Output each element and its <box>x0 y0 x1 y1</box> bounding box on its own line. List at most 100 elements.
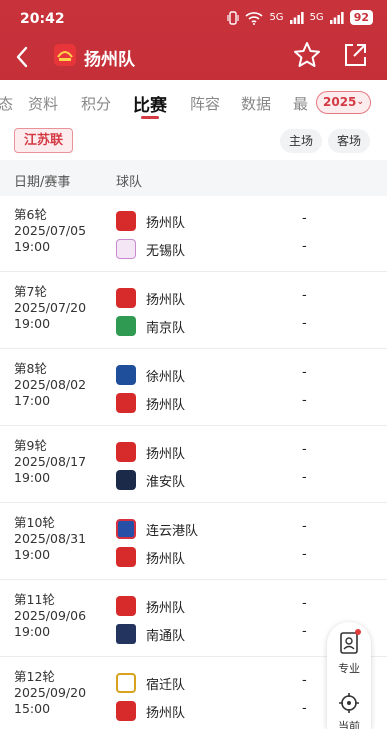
team-header: 扬州队 <box>0 38 387 80</box>
yangzhou-logo-icon <box>116 211 136 231</box>
match-datetime: 第12轮 2025/09/20 15:00 <box>14 669 86 717</box>
battery-indicator: 92 <box>349 10 373 25</box>
home-score: - <box>302 288 307 303</box>
signal-icon <box>289 11 304 24</box>
away-score: - <box>302 547 307 562</box>
filter-bar: 江苏联 主场 客场 <box>0 122 387 160</box>
match-date: 2025/08/31 <box>14 531 87 546</box>
match-round: 第10轮 <box>14 515 55 530</box>
home-team: 扬州队 <box>116 210 185 232</box>
xuzhou-logo-icon <box>116 365 136 385</box>
status-time: 20:42 <box>20 11 65 27</box>
match-datetime: 第7轮 2025/07/20 19:00 <box>14 284 86 332</box>
home-team: 连云港队 <box>116 518 198 540</box>
team-logo-icon <box>54 44 76 66</box>
home-team-name: 连云港队 <box>146 523 199 539</box>
match-datetime: 第11轮 2025/09/06 19:00 <box>14 592 86 640</box>
away-team: 南通队 <box>116 623 185 645</box>
home-score: - <box>302 596 307 611</box>
match-round: 第8轮 <box>14 361 47 376</box>
locate-current-icon[interactable] <box>338 692 360 714</box>
match-datetime: 第6轮 2025/07/05 19:00 <box>14 207 86 255</box>
match-round: 第6轮 <box>14 207 47 222</box>
status-icons: 5G 5G 92 <box>227 10 373 25</box>
floating-action-panel: 专业 当前 <box>327 622 371 729</box>
match-date: 2025/08/02 <box>14 377 87 392</box>
tab-squad[interactable]: 阵容 <box>190 93 220 114</box>
league-filter-chip[interactable]: 江苏联 <box>14 128 73 153</box>
match-date: 2025/08/17 <box>14 454 87 469</box>
match-date: 2025/07/20 <box>14 300 87 315</box>
home-score: - <box>302 365 307 380</box>
tab-stats[interactable]: 数据 <box>241 93 271 114</box>
season-selector[interactable]: 2025 ⌄ <box>316 91 371 114</box>
yangzhou-logo-icon <box>116 288 136 308</box>
away-team: 扬州队 <box>116 700 185 722</box>
home-filter-button[interactable]: 主场 <box>280 129 322 153</box>
away-score: - <box>302 393 307 408</box>
pro-mode-icon[interactable] <box>339 632 359 654</box>
away-team: 无锡队 <box>116 238 185 260</box>
page-title: 扬州队 <box>84 50 135 70</box>
home-team: 宿迁队 <box>116 672 185 694</box>
home-team: 扬州队 <box>116 595 185 617</box>
tab-partial-right[interactable]: 最 <box>293 93 308 114</box>
table-header: 日期/赛事 球队 <box>0 160 387 196</box>
tab-profile[interactable]: 资料 <box>28 93 58 114</box>
nanjing-logo-icon <box>116 316 136 336</box>
wifi-icon <box>245 11 263 25</box>
match-time: 19:00 <box>14 316 51 331</box>
home-score: - <box>302 673 307 688</box>
match-row[interactable]: 第9轮 2025/08/17 19:00 扬州队 淮安队 - - <box>0 427 387 503</box>
away-team: 扬州队 <box>116 546 185 568</box>
favorite-star-icon[interactable] <box>292 40 322 70</box>
match-row[interactable]: 第7轮 2025/07/20 19:00 扬州队 南京队 - - <box>0 273 387 349</box>
tab-partial-left[interactable]: 态 <box>0 93 13 114</box>
away-score: - <box>302 624 307 639</box>
away-team-name: 无锡队 <box>146 243 186 259</box>
match-row[interactable]: 第6轮 2025/07/05 19:00 扬州队 无锡队 - - <box>0 196 387 272</box>
away-team-name: 扬州队 <box>146 397 186 413</box>
match-time: 19:00 <box>14 547 51 562</box>
column-date: 日期/赛事 <box>14 175 71 190</box>
chevron-down-icon: ⌄ <box>356 97 364 107</box>
away-team-name: 扬州队 <box>146 705 186 721</box>
pro-mode-label[interactable]: 专业 <box>327 660 371 676</box>
status-bar: 20:42 5G 5G 92 <box>0 0 387 38</box>
huaian-logo-icon <box>116 470 136 490</box>
away-team: 淮安队 <box>116 469 185 491</box>
share-icon[interactable] <box>340 40 370 70</box>
match-time: 15:00 <box>14 701 51 716</box>
away-filter-button[interactable]: 客场 <box>328 129 370 153</box>
yangzhou-logo-icon <box>116 393 136 413</box>
suqian-logo-icon <box>116 673 136 693</box>
column-team: 球队 <box>116 175 143 190</box>
home-score: - <box>302 442 307 457</box>
home-team: 徐州队 <box>116 364 185 386</box>
match-row[interactable]: 第8轮 2025/08/02 17:00 徐州队 扬州队 - - <box>0 350 387 426</box>
home-team-name: 扬州队 <box>146 446 186 462</box>
home-team: 扬州队 <box>116 441 185 463</box>
match-round: 第11轮 <box>14 592 55 607</box>
home-team-name: 扬州队 <box>146 215 186 231</box>
yangzhou-logo-icon <box>116 442 136 462</box>
nantong-logo-icon <box>116 624 136 644</box>
tab-standings[interactable]: 积分 <box>81 93 111 114</box>
back-arrow-icon[interactable] <box>10 42 34 72</box>
away-score: - <box>302 316 307 331</box>
away-score: - <box>302 239 307 254</box>
current-label[interactable]: 当前 <box>327 718 371 729</box>
signal-icon-2 <box>329 11 344 24</box>
home-team-name: 宿迁队 <box>146 677 186 693</box>
tab-matches[interactable]: 比赛 <box>133 91 167 116</box>
match-date: 2025/09/06 <box>14 608 87 623</box>
away-score: - <box>302 470 307 485</box>
match-row[interactable]: 第10轮 2025/08/31 19:00 连云港队 扬州队 - - <box>0 504 387 580</box>
wuxi-logo-icon <box>116 239 136 259</box>
home-team: 扬州队 <box>116 287 185 309</box>
active-tab-indicator <box>141 116 159 119</box>
match-datetime: 第8轮 2025/08/02 17:00 <box>14 361 86 409</box>
away-team-name: 淮安队 <box>146 474 186 490</box>
match-date: 2025/09/20 <box>14 685 87 700</box>
away-team: 南京队 <box>116 315 185 337</box>
